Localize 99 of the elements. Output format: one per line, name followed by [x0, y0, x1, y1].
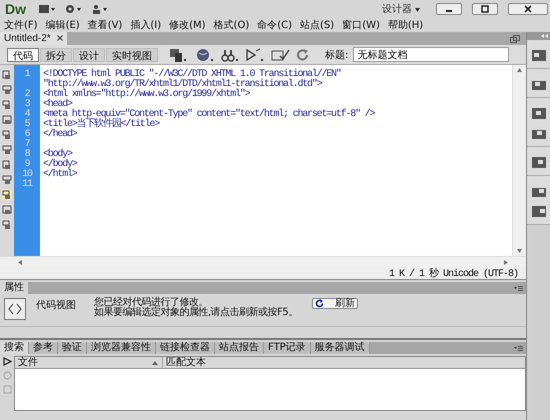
results-tab[interactable]: FTP记录 [264, 342, 311, 354]
refresh-button[interactable]: 刷新 [312, 298, 358, 309]
code-tool-icon[interactable] [2, 145, 12, 155]
check-page-icon[interactable] [271, 48, 291, 62]
code-line: </html> [43, 170, 78, 180]
line-number: 8 [24, 150, 31, 160]
column-header[interactable]: 匹配文本 [163, 357, 206, 368]
results-tab[interactable]: 服务器调试 [310, 342, 370, 354]
sort-arrow-icon [152, 360, 158, 364]
close-icon[interactable] [57, 35, 64, 41]
panel-menu-icon[interactable] [514, 346, 523, 350]
code-line: <!DOCTYPE html PUBLIC "-//W3C//DTD XHTML 1.0 Transitional//EN" [43, 70, 342, 80]
menu-item[interactable]: 命令(C) [257, 18, 292, 32]
line-number: 2 [24, 90, 31, 100]
line-number: 3 [24, 100, 31, 110]
refresh-icon[interactable] [296, 48, 310, 62]
line-number: 4 [24, 110, 31, 120]
code-tool-icon[interactable] [2, 70, 12, 80]
panel-icon[interactable] [530, 106, 546, 120]
results-tab[interactable]: 搜索 [0, 342, 29, 354]
view-tab[interactable]: 实时视图 [106, 48, 158, 62]
view-tab[interactable]: 代码 [7, 48, 39, 62]
results-tab[interactable]: 验证 [58, 342, 87, 354]
menu-item[interactable]: 站点(S) [300, 18, 334, 32]
code-line: "http://www.w3.org/TR/xhtml1/DTD/xhtml1-transitional.dtd"> [43, 80, 323, 90]
people-icon[interactable] [91, 4, 107, 14]
close-button[interactable] [508, 2, 548, 14]
caret-icon [415, 8, 420, 12]
line-number: 7 [24, 140, 31, 150]
panel-icon[interactable] [530, 48, 546, 62]
panel-menu-icon[interactable] [514, 286, 523, 290]
results-tab[interactable]: 浏览器兼容性 [87, 342, 156, 354]
binoculars-icon[interactable] [221, 48, 241, 62]
menu-item[interactable]: 格式(O) [214, 18, 250, 32]
code-tool-icon[interactable] [2, 85, 12, 95]
view-tab[interactable]: 拆分 [40, 48, 72, 62]
code-line: <html xmlns="http://www.w3.org/1999/xhtml"> [43, 90, 251, 100]
left-arrow-icon[interactable] [18, 260, 22, 264]
line-number: 10 [21, 170, 34, 180]
menu-item[interactable]: 帮助(H) [388, 18, 424, 32]
app-logo: Dw [5, 0, 27, 16]
code-line: <head> [43, 100, 72, 110]
status-text: 1 K / 1 秒 Unicode (UTF-8) [388, 266, 518, 280]
column-header[interactable]: 文件 [15, 357, 163, 368]
line-number: 5 [24, 120, 31, 130]
code-tool-icon[interactable] [2, 220, 12, 230]
code-tool-icon[interactable] [2, 190, 12, 200]
code-tag-icon [4, 298, 26, 320]
code-line: </body> [43, 160, 78, 170]
panel-tab[interactable]: 属性 [0, 282, 28, 294]
code-line: <body> [43, 150, 72, 160]
code-line: </head> [43, 130, 78, 140]
debug-icon[interactable] [246, 48, 266, 62]
panel-icon[interactable] [530, 204, 546, 218]
menu-item[interactable]: 插入(I) [130, 18, 162, 32]
globe-icon[interactable] [196, 48, 216, 62]
close-icon [524, 4, 532, 12]
results-tab[interactable]: 参考 [29, 342, 58, 354]
line-number: 9 [24, 160, 30, 170]
view-tab[interactable]: 设计 [73, 48, 105, 62]
menu-item[interactable]: 文件(F) [4, 18, 38, 32]
vertical-scrollbar[interactable] [512, 65, 526, 256]
line-number: 11 [21, 180, 34, 190]
code-line: <title>当下软件园</title> [43, 120, 160, 130]
view-label: 代码视图 [36, 298, 77, 312]
refresh-icon [315, 299, 323, 308]
code-tool-icon[interactable] [2, 160, 12, 170]
code-tool-icon[interactable] [2, 100, 12, 110]
code-line: <meta http-equiv="Content-Type" content="text/html; charset=utf-8" /> [43, 110, 376, 120]
title-field[interactable]: 无标题文档 [353, 47, 510, 62]
panel-icon[interactable] [530, 155, 546, 169]
workspace-dropdown[interactable]: 设计器 [382, 2, 420, 16]
title-label: 标题: [325, 48, 348, 62]
minimize-button[interactable] [436, 2, 462, 14]
message-text: 您已经对代码进行了修改。 [94, 298, 209, 308]
code-tool-icon[interactable] [2, 175, 12, 185]
play-icon[interactable] [2, 357, 12, 366]
menu-item[interactable]: 修改(M) [169, 18, 206, 32]
message-text: 如果要编辑选定对象的属性,请点击刷新或按F5。 [94, 308, 294, 318]
menu-item[interactable]: 查看(V) [88, 18, 122, 32]
down-arrow-icon[interactable] [517, 249, 522, 253]
code-tool-icon[interactable] [2, 115, 12, 125]
results-tab[interactable]: 站点报告 [215, 342, 264, 354]
maximize-button[interactable] [472, 2, 498, 14]
right-arrow-icon[interactable] [504, 260, 508, 264]
maximize-icon [481, 4, 489, 12]
results-tab[interactable]: 链接检查器 [156, 342, 215, 354]
line-number: 6 [24, 130, 31, 140]
up-arrow-icon[interactable] [517, 68, 522, 72]
horizontal-scrollbar[interactable] [0, 256, 526, 267]
menu-item[interactable]: 窗口(W) [342, 18, 380, 32]
layout-icon[interactable] [39, 4, 55, 14]
gear-icon[interactable] [65, 4, 81, 14]
restore-icon[interactable] [510, 34, 520, 42]
menu-item[interactable]: 编辑(E) [46, 18, 80, 32]
line-number: 1 [24, 70, 31, 80]
code-tool-icon[interactable] [2, 205, 12, 215]
code-tool-icon[interactable] [2, 130, 12, 140]
document-tab[interactable]: Untitled-2* [0, 32, 68, 45]
